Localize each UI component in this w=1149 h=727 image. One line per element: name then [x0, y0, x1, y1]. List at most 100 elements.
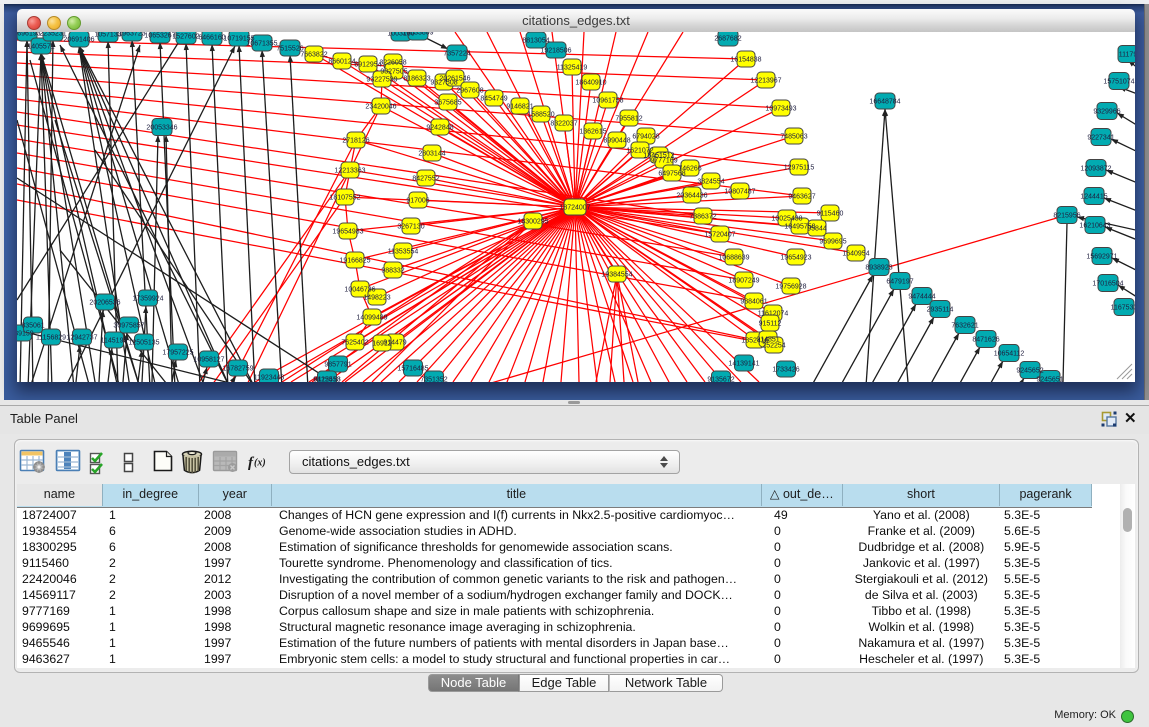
svg-text:19384554: 19384554: [601, 272, 632, 279]
svg-text:14099489: 14099489: [356, 315, 387, 322]
svg-text:(x): (x): [254, 458, 266, 469]
svg-text:10958127: 10958127: [193, 357, 224, 364]
svg-text:7386372: 7386372: [689, 214, 716, 221]
svg-text:8990448: 8990448: [603, 138, 630, 145]
svg-text:20053346: 20053346: [146, 125, 177, 132]
svg-text:8322037: 8322037: [550, 121, 577, 128]
svg-text:18907249: 18907249: [728, 278, 759, 285]
svg-text:17016504: 17016504: [1092, 281, 1123, 288]
svg-text:10671355: 10671355: [246, 41, 277, 48]
svg-text:12093872: 12093872: [1080, 166, 1111, 173]
svg-text:2696193: 2696193: [17, 32, 41, 38]
svg-text:7357224: 7357224: [443, 51, 470, 58]
svg-text:7955812: 7955812: [615, 116, 642, 123]
svg-text:1167533: 1167533: [1111, 305, 1135, 312]
svg-text:11353554: 11353554: [388, 249, 419, 256]
svg-text:8813054: 8813054: [522, 38, 549, 45]
svg-text:9245651: 9245651: [1036, 377, 1063, 383]
svg-text:18300295: 18300295: [517, 219, 548, 226]
svg-text:16912: 16912: [372, 341, 392, 348]
svg-text:2718126: 2718126: [342, 138, 369, 145]
svg-text:12213363: 12213363: [334, 168, 365, 175]
svg-text:19756928: 19756928: [775, 284, 806, 291]
svg-text:6479197: 6479197: [886, 279, 913, 286]
svg-text:15716485: 15716485: [397, 366, 428, 373]
svg-text:12505135: 12505135: [128, 340, 159, 347]
svg-text:915112: 915112: [759, 321, 782, 328]
svg-text:11612074: 11612074: [758, 311, 789, 318]
svg-text:9884061: 9884061: [740, 299, 767, 306]
svg-text:9135672: 9135672: [707, 377, 734, 383]
svg-text:19654983: 19654983: [332, 229, 363, 236]
svg-text:15720407: 15720407: [704, 232, 735, 239]
svg-text:8471626: 8471626: [972, 337, 999, 344]
svg-text:1588520: 1588520: [527, 112, 554, 119]
svg-text:10961758: 10961758: [592, 98, 623, 105]
svg-text:9463627: 9463627: [788, 194, 815, 201]
svg-text:1244415: 1244415: [1080, 194, 1107, 201]
svg-text:8125513: 8125513: [313, 377, 340, 383]
svg-text:9227341: 9227341: [1087, 135, 1114, 142]
svg-text:2967608: 2967608: [456, 88, 483, 95]
svg-text:16154838: 16154838: [730, 57, 761, 64]
svg-text:19218506: 19218506: [540, 48, 571, 55]
svg-text:9777169: 9777169: [650, 158, 677, 165]
svg-text:11325419: 11325419: [557, 65, 588, 72]
svg-text:16648784: 16648784: [869, 99, 900, 106]
svg-text:7625402: 7625402: [341, 340, 368, 347]
svg-text:17957225: 17957225: [162, 350, 193, 357]
svg-text:8660124: 8660124: [328, 59, 355, 66]
svg-text:917006: 917006: [406, 198, 429, 205]
svg-text:8427552: 8427552: [412, 176, 439, 183]
svg-text:15692971: 15692971: [1086, 254, 1117, 261]
svg-text:10654112: 10654112: [994, 351, 1025, 358]
svg-text:30975857: 30975857: [113, 323, 144, 330]
svg-text:15751074: 15751074: [1103, 79, 1134, 86]
svg-text:6466160: 6466160: [198, 35, 225, 42]
svg-text:10973493: 10973493: [765, 106, 796, 113]
svg-text:9327505: 9327505: [380, 69, 407, 76]
svg-text:835061: 835061: [21, 323, 44, 330]
svg-text:20261546: 20261546: [439, 76, 470, 83]
svg-text:14139141: 14139141: [728, 361, 759, 368]
svg-text:7663822: 7663822: [300, 52, 327, 59]
svg-text:8186323: 8186323: [403, 76, 430, 83]
svg-text:9474444: 9474444: [908, 294, 935, 301]
svg-text:16033809: 16033809: [402, 32, 433, 37]
svg-text:10025438: 10025438: [771, 216, 802, 223]
svg-text:95844: 95844: [807, 226, 827, 233]
svg-text:18107552: 18107552: [329, 195, 360, 202]
svg-text:16782759: 16782759: [222, 366, 253, 373]
svg-text:746266: 746266: [678, 166, 701, 173]
svg-text:11179: 11179: [1119, 52, 1135, 59]
svg-text:1527602: 1527602: [172, 34, 199, 41]
svg-text:9115460: 9115460: [817, 211, 844, 218]
svg-text:9857791: 9857791: [324, 362, 351, 369]
svg-text:11156829: 11156829: [36, 335, 66, 342]
svg-text:10807487: 10807487: [724, 189, 755, 196]
svg-text:1405571: 1405571: [27, 44, 54, 51]
svg-text:939159: 939159: [17, 331, 34, 338]
svg-text:12942737: 12942737: [66, 335, 97, 342]
svg-text:8215956: 8215956: [1053, 213, 1080, 220]
svg-text:11923448: 11923448: [254, 375, 285, 382]
svg-text:20206536: 20206536: [89, 300, 120, 307]
svg-text:17359924: 17359924: [132, 296, 163, 303]
svg-text:9329966: 9329966: [1093, 109, 1120, 116]
svg-text:8938923: 8938923: [865, 265, 892, 272]
svg-text:12213967: 12213967: [750, 78, 781, 85]
svg-text:2687682: 2687682: [714, 36, 741, 43]
svg-text:10046736: 10046736: [344, 287, 375, 294]
svg-text:10688639: 10688639: [718, 255, 749, 262]
svg-text:10653267: 10653267: [144, 33, 175, 40]
svg-text:2935114: 2935114: [927, 307, 954, 314]
svg-text:12975115: 12975115: [784, 165, 815, 172]
svg-text:9699695: 9699695: [819, 239, 846, 246]
svg-text:9146821: 9146821: [506, 104, 533, 111]
svg-text:18724007: 18724007: [559, 205, 590, 212]
svg-text:8454749: 8454749: [480, 96, 507, 103]
svg-text:1362615: 1362615: [579, 129, 606, 136]
svg-text:1145193: 1145193: [101, 338, 128, 345]
svg-text:93227539: 93227539: [366, 77, 397, 84]
svg-text:2803144: 2803144: [418, 151, 445, 158]
